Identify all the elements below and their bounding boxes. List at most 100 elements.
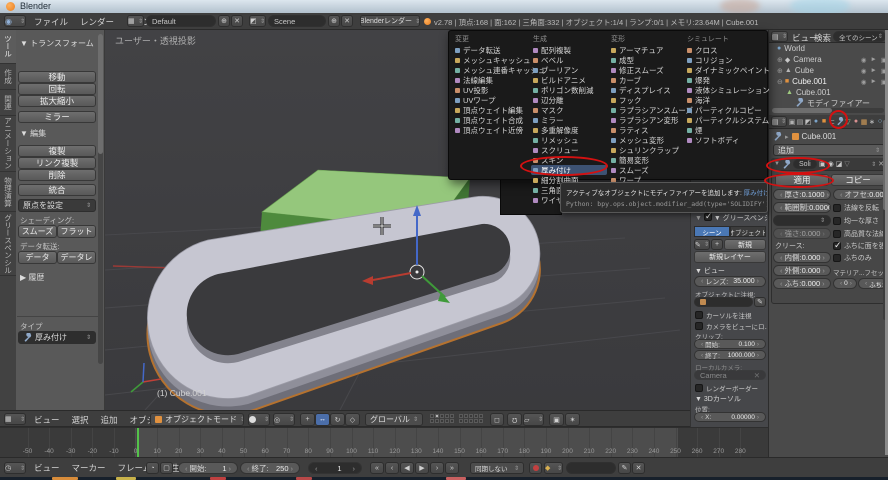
- menu-item[interactable]: 液体シミュレーション: [685, 85, 765, 95]
- info-menu-item[interactable]: ファイル: [28, 14, 74, 30]
- screen-layout-field[interactable]: Default: [146, 15, 216, 27]
- lens-field[interactable]: レンズ:35.000: [694, 276, 766, 287]
- timeline-menu-item[interactable]: マーカー: [66, 460, 112, 476]
- fill-rim-check[interactable]: ふちに面を張る: [833, 241, 887, 251]
- tab-modifier[interactable]: [836, 117, 844, 126]
- keying-set-icon[interactable]: ◆⇕: [544, 462, 563, 474]
- menu-item[interactable]: 簡易変形: [609, 155, 683, 165]
- close-scene-button[interactable]: ✕: [341, 15, 353, 27]
- checkbox[interactable]: [695, 322, 703, 330]
- layer-dot[interactable]: [474, 414, 478, 418]
- menu-item[interactable]: ビルドアニメ: [531, 75, 607, 85]
- snap-magnet-icon[interactable]: Ω: [507, 413, 522, 426]
- viewport-shading-dropdown[interactable]: ⇕: [248, 413, 270, 426]
- layer-dot[interactable]: [464, 419, 468, 423]
- layer-dot[interactable]: [430, 414, 434, 418]
- menu-item[interactable]: アーマチュア: [609, 45, 683, 55]
- menu-item[interactable]: リメッシュ: [531, 135, 607, 145]
- tab-data[interactable]: ▽: [844, 117, 852, 126]
- record-icon[interactable]: [529, 462, 542, 474]
- menu-item[interactable]: UV投影: [453, 85, 529, 95]
- cage-toggle-icon[interactable]: ▽: [844, 160, 849, 168]
- add-modifier-dropdown[interactable]: 追加⇕: [773, 144, 885, 156]
- panel-header-transform[interactable]: ▼ トランスフォーム: [20, 38, 100, 49]
- layer-dot[interactable]: [440, 414, 444, 418]
- layer-dot[interactable]: [469, 419, 473, 423]
- checkbox[interactable]: [833, 204, 841, 212]
- checkbox[interactable]: [695, 384, 703, 392]
- menu-item[interactable]: メッシュキャッシュ: [453, 55, 529, 65]
- menu-item[interactable]: 法線編集: [453, 75, 529, 85]
- viewport-menu-item[interactable]: 追加: [95, 412, 124, 428]
- menu-item[interactable]: 成型: [609, 55, 683, 65]
- shelf-tab-2[interactable]: 作成: [0, 64, 16, 90]
- high-quality-check[interactable]: 高品質な法線: [833, 229, 887, 239]
- eye-toggle-icon[interactable]: ◉: [828, 160, 834, 168]
- menu-item[interactable]: ポリゴン数削減: [531, 85, 607, 95]
- duplicate-linked-button[interactable]: リンク複製: [18, 157, 96, 169]
- scale-button[interactable]: 拡大縮小: [18, 95, 96, 107]
- apply-button[interactable]: 適用: [775, 174, 829, 186]
- copy-button[interactable]: コピー: [831, 174, 885, 186]
- tab-world[interactable]: ●: [812, 117, 820, 126]
- menu-item[interactable]: シュリンクラップ: [609, 145, 683, 155]
- layer-dot[interactable]: [450, 414, 454, 418]
- next-frame-button[interactable]: ›: [430, 462, 444, 474]
- scene-field[interactable]: Scene: [268, 15, 326, 27]
- clamp-field[interactable]: 範囲制:0.0000: [773, 202, 831, 213]
- os-title-bar[interactable]: Blender: [0, 0, 888, 13]
- join-button[interactable]: 統合: [18, 184, 96, 196]
- menu-item[interactable]: メッシュ変形: [609, 135, 683, 145]
- menu-item[interactable]: スムーズ: [609, 165, 683, 175]
- crease-outer-field[interactable]: 外側:0.000: [773, 265, 831, 276]
- lock-icon[interactable]: ◻: [490, 413, 504, 426]
- checkbox[interactable]: [833, 217, 841, 225]
- smooth-shading-button[interactable]: スムーズ: [18, 225, 57, 238]
- layer-dot[interactable]: [459, 419, 463, 423]
- menu-item[interactable]: カーブ: [609, 75, 683, 85]
- layer-dot[interactable]: [469, 414, 473, 418]
- tab-particles[interactable]: ∗: [868, 117, 876, 126]
- material-offset-value-field[interactable]: 0: [833, 278, 857, 289]
- editor-type-button[interactable]: ▤⇕: [771, 116, 787, 127]
- lock-object-field[interactable]: [694, 297, 753, 307]
- insert-key-icon[interactable]: ✎: [618, 462, 631, 474]
- tab-render-layers[interactable]: ▤: [796, 117, 804, 126]
- checkbox[interactable]: [833, 254, 841, 262]
- jump-end-button[interactable]: »: [445, 462, 459, 474]
- menu-item[interactable]: ミラー: [531, 115, 607, 125]
- shelf-tab-1[interactable]: ツール: [0, 30, 16, 64]
- menu-item[interactable]: ベベル: [531, 55, 607, 65]
- orientation-dropdown[interactable]: グローバル⇕: [365, 413, 423, 426]
- menu-item[interactable]: データ転送: [453, 45, 529, 55]
- clip-start-field[interactable]: 開始:0.100: [694, 339, 766, 349]
- pencil-icon[interactable]: ✎⇕: [694, 239, 710, 250]
- manipulator-toggle-button[interactable]: +: [300, 413, 315, 426]
- pivot-dropdown[interactable]: ◎⇕: [273, 413, 295, 426]
- menu-item[interactable]: ブーリアン: [531, 65, 607, 75]
- data-transfer-button[interactable]: データ: [18, 251, 57, 264]
- add-scene-button[interactable]: ⊕: [328, 15, 340, 27]
- tool-shelf-scrollbar[interactable]: [98, 34, 103, 364]
- layer-dot[interactable]: [459, 414, 463, 418]
- play-reverse-button[interactable]: ◀: [400, 462, 414, 474]
- menu-item[interactable]: ラプラシアンスムーズ: [609, 105, 683, 115]
- current-frame-field[interactable]: 1: [308, 462, 362, 474]
- menu-item[interactable]: 爆発: [685, 75, 765, 85]
- viewport-menu-item[interactable]: 選択: [66, 412, 95, 428]
- menu-item[interactable]: 修正スムーズ: [609, 65, 683, 75]
- menu-item[interactable]: 配列複製: [531, 45, 607, 55]
- shelf-tab-4[interactable]: アニメーション: [0, 116, 16, 172]
- render-opengl-icon[interactable]: ▣: [549, 413, 564, 426]
- outliner-row[interactable]: ⊖■Cube.001◉►▣: [777, 76, 888, 87]
- menu-item[interactable]: パーティクルコピー: [685, 105, 765, 115]
- jump-start-button[interactable]: «: [370, 462, 384, 474]
- select-icon[interactable]: ►: [870, 67, 876, 74]
- render-toggle-icon[interactable]: ▣: [819, 160, 826, 168]
- new-layer-button[interactable]: 新規レイヤー: [694, 251, 766, 263]
- offset-field[interactable]: オフセ:0.0000: [833, 189, 885, 200]
- grease-pencil-panel-header[interactable]: ▼ ▼ グリースペンシルレイ: [695, 213, 767, 223]
- panel-header-history[interactable]: ▶ 履歴: [20, 272, 100, 283]
- vertex-group-field[interactable]: ⇕: [773, 215, 831, 226]
- editor-type-button[interactable]: ◷⇕: [4, 462, 26, 474]
